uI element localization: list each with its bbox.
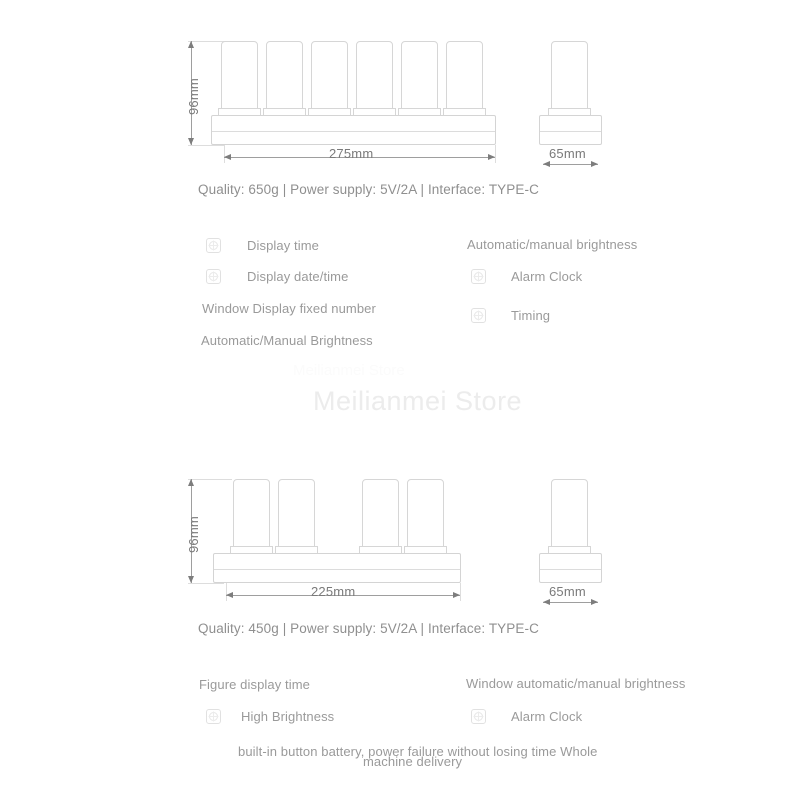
feature-label: Figure display time [199, 677, 310, 692]
width-arrow-right [591, 599, 598, 605]
base-seam-line [540, 569, 601, 570]
width-dimension-line [543, 602, 598, 603]
image-placeholder-icon [471, 709, 486, 724]
footer-note-line-2: machine delivery [363, 754, 463, 769]
feature-label: Alarm Clock [511, 709, 583, 724]
product-spec-sheet: 96mm 275mm 65mm Quality: 650g | Power su… [0, 0, 800, 800]
tube [551, 479, 588, 547]
image-placeholder-icon [206, 709, 221, 724]
device-base [539, 553, 602, 583]
width-dimension-label: 65mm [549, 584, 586, 599]
product-2-spec-line: Quality: 450g | Power supply: 5V/2A | In… [198, 621, 539, 636]
product-2-side-view: 65mm [0, 0, 700, 640]
width-arrow-left [543, 599, 550, 605]
feature-label: Window automatic/manual brightness [466, 676, 686, 691]
feature-label: High Brightness [241, 709, 335, 724]
